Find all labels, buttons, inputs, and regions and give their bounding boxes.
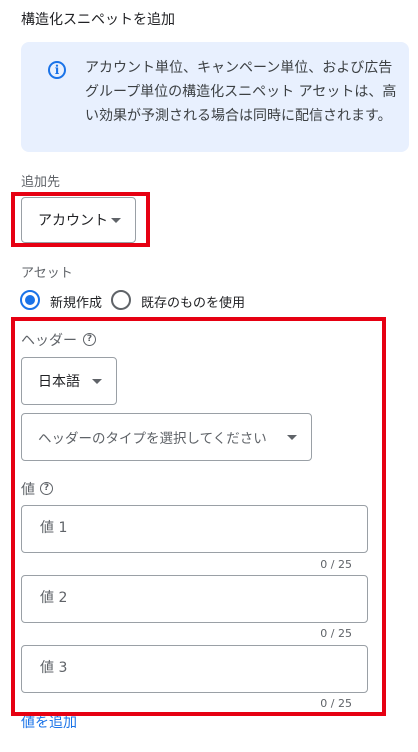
highlight-box-add-to <box>11 192 150 247</box>
radio-new-label[interactable]: 新規作成 <box>50 292 102 311</box>
info-banner: i アカウント単位、キャンペーン単位、および広告グループ単位の構造化スニペット … <box>21 42 409 152</box>
snippet-panel: 構造化スニペットを追加 i アカウント単位、キャンペーン単位、および広告グループ… <box>0 0 418 752</box>
radio-existing-label[interactable]: 既存のものを使用 <box>141 292 245 311</box>
info-text: アカウント単位、キャンペーン単位、および広告グループ単位の構造化スニペット アセ… <box>85 60 397 124</box>
info-icon: i <box>48 61 66 79</box>
radio-new[interactable] <box>20 290 40 310</box>
add-to-label: 追加先 <box>21 175 61 190</box>
panel-title: 構造化スニペットを追加 <box>21 12 175 28</box>
highlight-box-form <box>11 317 386 716</box>
asset-label: アセット <box>21 266 73 281</box>
radio-existing[interactable] <box>111 290 131 310</box>
